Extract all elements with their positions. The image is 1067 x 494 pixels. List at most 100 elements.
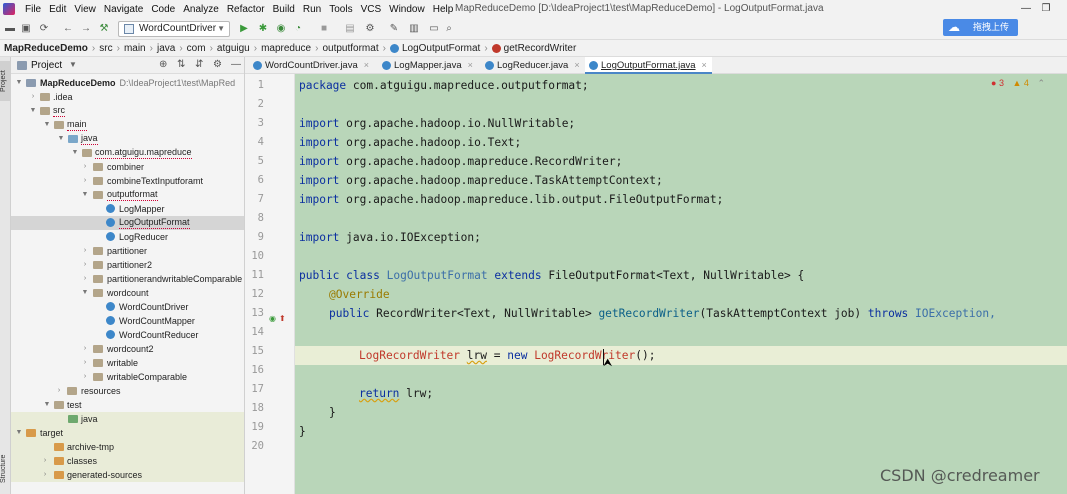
attach-icon[interactable]: ▤ bbox=[344, 23, 356, 35]
tree-item-main[interactable]: ▼ main bbox=[11, 118, 244, 132]
tree-item-archive-tmp[interactable]: archive-tmp bbox=[11, 440, 244, 454]
breadcrumb-item[interactable]: main bbox=[124, 43, 146, 54]
tree-item-combinetextinputforamt[interactable]: › combineTextInputforamt bbox=[11, 174, 244, 188]
stop-icon[interactable]: ■ bbox=[318, 23, 330, 35]
tree-item-target[interactable]: ▼ target bbox=[11, 426, 244, 440]
back-arrow-icon[interactable]: ← bbox=[62, 23, 74, 35]
breadcrumb-item[interactable]: outputformat bbox=[322, 43, 378, 54]
menu-vcs[interactable]: VCS bbox=[357, 4, 386, 15]
search-icon[interactable]: ⌕ bbox=[443, 23, 455, 35]
project-tool-tab[interactable]: Project bbox=[0, 61, 11, 101]
chevron-up-icon[interactable]: ⌃ bbox=[1037, 78, 1045, 88]
hide-icon[interactable]: — bbox=[231, 59, 241, 70]
tree-item-partitioner2[interactable]: › partitioner2 bbox=[11, 258, 244, 272]
menu-code[interactable]: Code bbox=[147, 4, 179, 15]
tree-item-resources[interactable]: › resources bbox=[11, 384, 244, 398]
implementing-method-icon[interactable]: ◉ bbox=[269, 314, 276, 323]
tree-item-src[interactable]: ▼ src bbox=[11, 104, 244, 118]
breadcrumb-item[interactable]: src bbox=[99, 43, 112, 54]
menu-file[interactable]: File bbox=[21, 4, 45, 15]
drag-upload-button[interactable]: ☁ 拖拽上传 bbox=[943, 19, 1018, 36]
tree-item-writablecomparable[interactable]: › writableComparable bbox=[11, 370, 244, 384]
tab-logmapper[interactable]: LogMapper.java × bbox=[378, 57, 473, 74]
tree-item-wordcount[interactable]: ▼ wordcount bbox=[11, 286, 244, 300]
menu-build[interactable]: Build bbox=[269, 4, 299, 15]
save-icon[interactable]: ▣ bbox=[20, 23, 32, 35]
tree-item-classes[interactable]: › classes bbox=[11, 454, 244, 468]
close-icon[interactable]: × bbox=[702, 60, 707, 70]
breadcrumb-item[interactable]: com bbox=[187, 43, 206, 54]
line-number: 3 bbox=[257, 117, 264, 129]
line-number: 13 bbox=[251, 307, 264, 319]
tree-item-label: writable bbox=[107, 358, 139, 368]
tree-item-wordcountdriver[interactable]: WordCountDriver bbox=[11, 300, 244, 314]
tree-item-writable[interactable]: › writable bbox=[11, 356, 244, 370]
structure-tool-tab[interactable]: Structure bbox=[0, 449, 11, 489]
tab-wordcountdriver[interactable]: WordCountDriver.java × bbox=[249, 57, 369, 74]
tree-item-wordcount2[interactable]: › wordcount2 bbox=[11, 342, 244, 356]
tree-item-package[interactable]: ▼ com.atguigu.mapreduce bbox=[11, 146, 244, 160]
close-icon[interactable]: × bbox=[468, 60, 473, 70]
tab-label: WordCountDriver.java bbox=[265, 60, 358, 71]
breadcrumb-item[interactable]: mapreduce bbox=[261, 43, 311, 54]
menu-refactor[interactable]: Refactor bbox=[223, 4, 269, 15]
tree-item-test[interactable]: ▼ test bbox=[11, 398, 244, 412]
chevron-down-icon[interactable]: ▼ bbox=[69, 60, 77, 69]
terminal-icon[interactable]: ▭ bbox=[428, 23, 440, 35]
tree-item-logmapper[interactable]: LogMapper bbox=[11, 202, 244, 216]
tree-item-partitionerandwritablecomparable[interactable]: › partitionerandwritableComparable bbox=[11, 272, 244, 286]
breadcrumb-item[interactable]: getRecordWriter bbox=[504, 43, 577, 54]
tree-item-java[interactable]: ▼ java bbox=[11, 132, 244, 146]
run-icon[interactable]: ▶ bbox=[238, 23, 250, 35]
breadcrumb-item[interactable]: LogOutputFormat bbox=[402, 43, 480, 54]
coverage-icon[interactable]: ◉ bbox=[275, 23, 287, 35]
gear-icon[interactable]: ⚙ bbox=[213, 59, 222, 70]
tree-item-partitioner[interactable]: › partitioner bbox=[11, 244, 244, 258]
build-hammer-icon[interactable]: ⚒ bbox=[98, 23, 110, 35]
forward-arrow-icon[interactable]: → bbox=[80, 23, 92, 35]
tree-item-wordcountreducer[interactable]: WordCountReducer bbox=[11, 328, 244, 342]
menu-help[interactable]: Help bbox=[429, 4, 458, 15]
close-icon[interactable]: × bbox=[574, 60, 579, 70]
profile-icon[interactable]: ◔ bbox=[292, 23, 304, 35]
locate-icon[interactable]: ⊕ bbox=[159, 59, 167, 70]
collapse-all-icon[interactable]: ⇵ bbox=[195, 59, 203, 70]
tree-item-logoutputformat[interactable]: LogOutputFormat bbox=[11, 216, 244, 230]
tab-logreducer[interactable]: LogReducer.java × bbox=[481, 57, 580, 74]
tree-item-logreducer[interactable]: LogReducer bbox=[11, 230, 244, 244]
debug-icon[interactable]: ✱ bbox=[257, 23, 269, 35]
menu-window[interactable]: Window bbox=[385, 4, 429, 15]
override-marker-icon[interactable]: ⬆ bbox=[279, 314, 286, 323]
open-folder-icon[interactable]: ▬ bbox=[4, 23, 16, 35]
close-icon[interactable]: × bbox=[364, 60, 369, 70]
tree-item-test-java[interactable]: java bbox=[11, 412, 244, 426]
tree-item-generated-sources[interactable]: › generated-sources bbox=[11, 468, 244, 482]
tree-item-idea[interactable]: › .idea bbox=[11, 90, 244, 104]
tree-item-combiner[interactable]: › combiner bbox=[11, 160, 244, 174]
settings-wrench-icon[interactable]: ✎ bbox=[388, 23, 400, 35]
menu-edit[interactable]: Edit bbox=[45, 4, 70, 15]
menu-analyze[interactable]: Analyze bbox=[179, 4, 223, 15]
project-panel-title[interactable]: Project bbox=[31, 60, 62, 71]
menu-run[interactable]: Run bbox=[299, 4, 325, 15]
run-configuration-select[interactable]: WordCountDriver ▼ bbox=[118, 21, 230, 37]
menu-tools[interactable]: Tools bbox=[325, 4, 356, 15]
breadcrumb-item[interactable]: MapReduceDemo bbox=[4, 43, 88, 54]
menu-navigate[interactable]: Navigate bbox=[100, 4, 147, 15]
expand-all-icon[interactable]: ⇅ bbox=[177, 59, 185, 70]
tree-item-outputformat[interactable]: ▼ outputformat bbox=[11, 188, 244, 202]
restore-button[interactable]: ❐ bbox=[1038, 2, 1054, 15]
sdk-icon[interactable]: ▥ bbox=[408, 23, 420, 35]
breadcrumb-item[interactable]: java bbox=[157, 43, 175, 54]
tab-logoutputformat[interactable]: LogOutputFormat.java × bbox=[585, 57, 712, 74]
code-editor[interactable]: ● 3 ▲ 4 ⌃ package com.atguigu.mapreduce.… bbox=[295, 74, 1067, 494]
tree-item-wordcountmapper[interactable]: WordCountMapper bbox=[11, 314, 244, 328]
breadcrumb-item[interactable]: atguigu bbox=[217, 43, 250, 54]
tree-item-project-root[interactable]: ▼ MapReduceDemo D:\IdeaProject1\test\MapR… bbox=[11, 76, 244, 90]
menu-view[interactable]: View bbox=[70, 4, 100, 15]
project-structure-icon[interactable]: ⚙ bbox=[364, 23, 376, 35]
inspection-widget[interactable]: ● 3 ▲ 4 ⌃ bbox=[991, 78, 1045, 89]
minimize-button[interactable]: — bbox=[1018, 2, 1034, 15]
warning-icon: ▲ bbox=[1012, 78, 1022, 88]
sync-icon[interactable]: ⟳ bbox=[38, 23, 50, 35]
